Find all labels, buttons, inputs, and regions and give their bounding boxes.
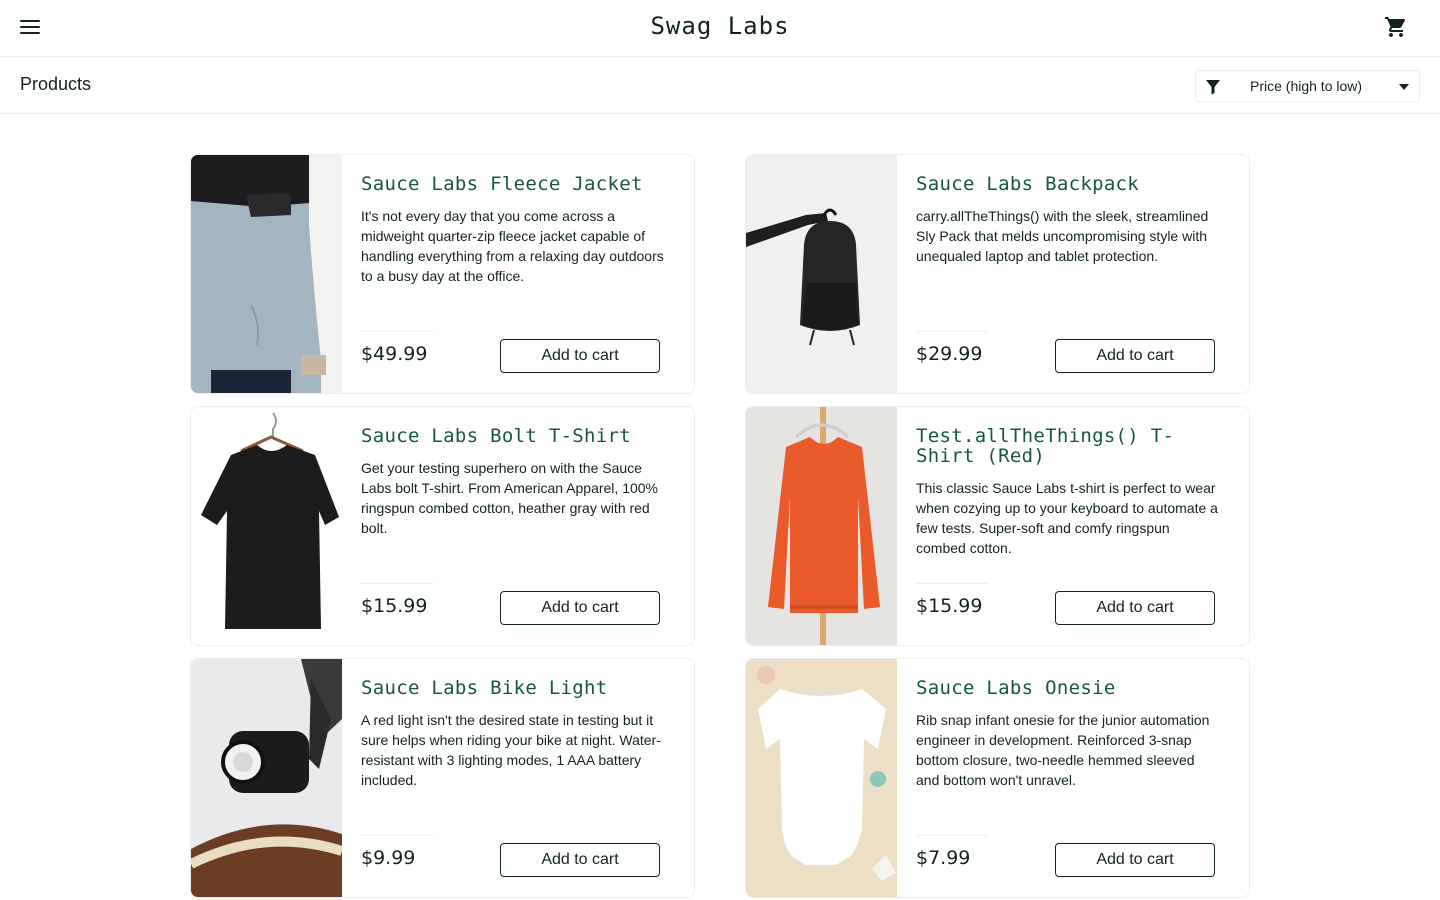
price-divider <box>916 331 988 332</box>
add-to-cart-button[interactable]: Add to cart <box>500 591 660 625</box>
secondary-header: Products Price (high to low) <box>0 57 1440 114</box>
product-name[interactable]: Sauce Labs Backpack <box>916 174 1226 194</box>
product-image-bike-light[interactable] <box>191 659 342 897</box>
inventory-item: Sauce Labs Bolt T-Shirt Get your testing… <box>190 406 695 646</box>
chevron-down-icon <box>1399 84 1409 90</box>
filter-icon <box>1205 79 1221 95</box>
inventory-item: Sauce Labs Onesie Rib snap infant onesie… <box>745 658 1250 898</box>
product-image-backpack[interactable] <box>746 155 897 393</box>
price-divider <box>916 835 988 836</box>
price-divider <box>361 835 433 836</box>
product-image-red-tshirt[interactable] <box>746 407 897 645</box>
product-name[interactable]: Sauce Labs Onesie <box>916 678 1226 698</box>
inventory-item: Sauce Labs Backpack carry.allTheThings()… <box>745 154 1250 394</box>
product-description: carry.allTheThings() with the sleek, str… <box>916 208 1209 264</box>
product-price: $9.99 <box>361 847 416 869</box>
product-image-bolt-tshirt[interactable] <box>191 407 342 645</box>
inventory-item: Sauce Labs Fleece Jacket It's not every … <box>190 154 695 394</box>
product-price: $7.99 <box>916 847 971 869</box>
product-name[interactable]: Sauce Labs Bolt T-Shirt <box>361 426 671 446</box>
inventory-item: Sauce Labs Bike Light A red light isn't … <box>190 658 695 898</box>
product-price: $15.99 <box>916 595 983 617</box>
product-name[interactable]: Sauce Labs Bike Light <box>361 678 671 698</box>
sort-select[interactable]: Price (high to low) <box>1195 70 1420 102</box>
product-image-fleece-jacket[interactable] <box>191 155 342 393</box>
product-price: $29.99 <box>916 343 983 365</box>
price-divider <box>361 331 433 332</box>
add-to-cart-button[interactable]: Add to cart <box>1055 843 1215 877</box>
page-title: Products <box>20 74 92 94</box>
product-description: Rib snap infant onesie for the junior au… <box>916 712 1210 788</box>
product-description: It's not every day that you come across … <box>361 208 664 284</box>
add-to-cart-button[interactable]: Add to cart <box>1055 591 1215 625</box>
sort-selected-value: Price (high to low) <box>1250 78 1363 94</box>
primary-header: Swag Labs <box>0 0 1440 57</box>
add-to-cart-button[interactable]: Add to cart <box>500 843 660 877</box>
price-divider <box>361 583 433 584</box>
product-name[interactable]: Sauce Labs Fleece Jacket <box>361 174 671 194</box>
inventory-item: Test.allTheThings() T-Shirt (Red) This c… <box>745 406 1250 646</box>
shopping-cart-icon[interactable] <box>1384 15 1408 39</box>
price-divider <box>916 583 988 584</box>
add-to-cart-button[interactable]: Add to cart <box>1055 339 1215 373</box>
product-name[interactable]: Test.allTheThings() T-Shirt (Red) <box>916 426 1226 466</box>
product-price: $49.99 <box>361 343 428 365</box>
product-description: This classic Sauce Labs t-shirt is perfe… <box>916 480 1218 556</box>
product-price: $15.99 <box>361 595 428 617</box>
add-to-cart-button[interactable]: Add to cart <box>500 339 660 373</box>
product-image-onesie[interactable] <box>746 659 897 897</box>
product-description: A red light isn't the desired state in t… <box>361 712 661 788</box>
app-logo: Swag Labs <box>650 12 790 40</box>
product-description: Get your testing superhero on with the S… <box>361 460 658 536</box>
hamburger-menu-icon[interactable] <box>20 20 40 37</box>
